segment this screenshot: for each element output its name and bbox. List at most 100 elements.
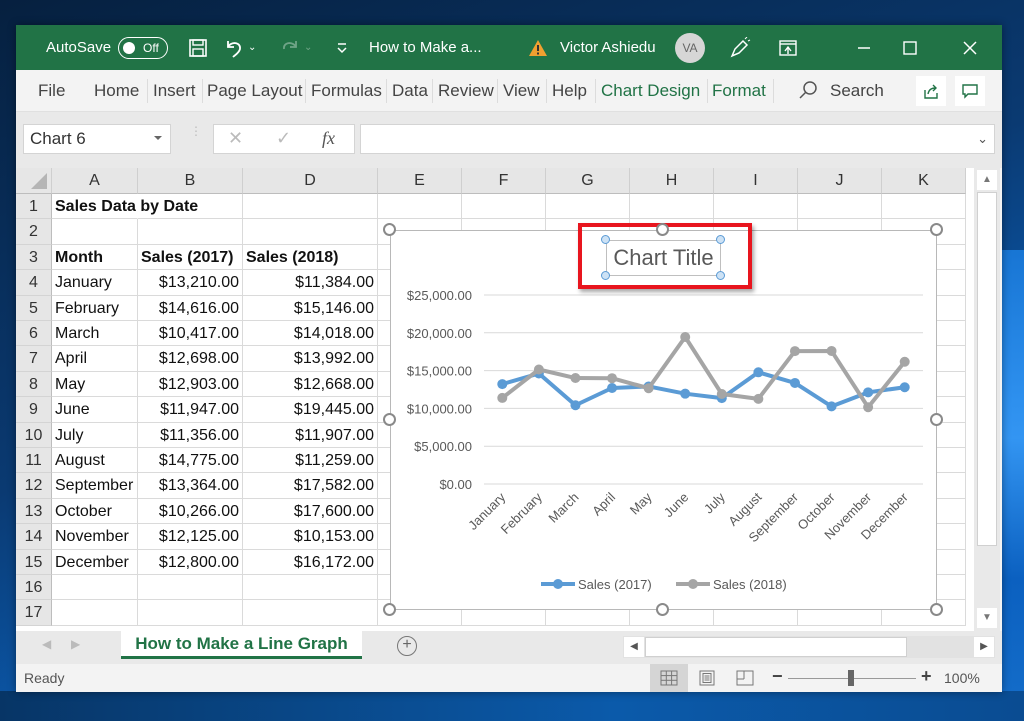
row-header-15[interactable]: 15 (16, 549, 52, 575)
undo-icon[interactable] (222, 36, 246, 60)
cell-a8[interactable]: May (52, 371, 138, 398)
formula-input[interactable]: ⌄ (360, 124, 995, 154)
search-icon[interactable] (798, 80, 818, 105)
cell-b14[interactable]: $12,125.00 (138, 524, 243, 550)
horizontal-scrollbar[interactable]: ◀ ▶ (623, 636, 995, 658)
search-box[interactable]: Search (826, 78, 888, 104)
cell-b7[interactable]: $12,698.00 (138, 346, 243, 372)
cell-b4[interactable]: $13,210.00 (138, 270, 243, 296)
row-header-3[interactable]: 3 (16, 244, 52, 271)
column-header-i[interactable]: I (714, 168, 798, 194)
tab-data[interactable]: Data (388, 78, 432, 104)
column-header-b[interactable]: B (138, 168, 243, 194)
cell-a13[interactable]: October (52, 498, 138, 525)
chart-resize-handle[interactable] (383, 603, 396, 616)
cell-b6[interactable]: $10,417.00 (138, 321, 243, 347)
chart-title[interactable]: Chart Title (606, 240, 721, 276)
drag-handle-icon[interactable]: ⋮ (190, 125, 202, 137)
avatar[interactable]: VA (675, 32, 705, 63)
select-all-button[interactable] (16, 168, 52, 194)
cell-a3[interactable]: Month (52, 244, 138, 271)
cell-b5[interactable]: $14,616.00 (138, 295, 243, 321)
chart-resize-handle[interactable] (930, 223, 943, 236)
expand-formula-bar-icon[interactable]: ⌄ (977, 131, 988, 147)
cell-a10[interactable]: July (52, 422, 138, 448)
scroll-left-icon[interactable]: ◀ (624, 637, 644, 657)
tab-help[interactable]: Help (548, 78, 591, 104)
chart-resize-handle[interactable] (930, 413, 943, 426)
column-header-f[interactable]: F (462, 168, 546, 194)
cell-a1[interactable]: Sales Data by Date (52, 194, 198, 220)
cell-a15[interactable]: December (52, 549, 138, 575)
save-icon[interactable] (186, 36, 210, 60)
user-name[interactable]: Victor Ashiedu (560, 25, 656, 70)
chart-resize-handle[interactable] (383, 223, 396, 236)
scroll-right-icon[interactable]: ▶ (974, 637, 994, 657)
column-header-j[interactable]: J (798, 168, 882, 194)
column-header-k[interactable]: K (882, 168, 966, 194)
cell-a12[interactable]: September (52, 473, 138, 499)
chart-resize-handle[interactable] (383, 413, 396, 426)
close-icon[interactable] (958, 36, 982, 60)
cell-b13[interactable]: $10,266.00 (138, 498, 243, 525)
cell-d2[interactable] (243, 219, 378, 245)
cell-a7[interactable]: April (52, 346, 138, 372)
redo-icon[interactable] (278, 36, 302, 60)
cell-a5[interactable]: February (52, 295, 138, 321)
tab-chart-design[interactable]: Chart Design (597, 78, 704, 104)
cell-d13[interactable]: $17,600.00 (243, 498, 378, 525)
autosave-toggle[interactable]: Off (118, 36, 168, 59)
cell-e1[interactable] (378, 194, 462, 220)
cell-d5[interactable]: $15,146.00 (243, 295, 378, 321)
row-header-9[interactable]: 9 (16, 397, 52, 423)
tab-format[interactable]: Format (708, 78, 770, 104)
title-resize-handle[interactable] (716, 235, 725, 244)
cell-b16[interactable] (138, 575, 243, 601)
cell-d8[interactable]: $12,668.00 (243, 371, 378, 398)
redo-dropdown-icon[interactable]: ⌄ (304, 42, 312, 53)
horizontal-scroll-thumb[interactable] (645, 637, 907, 657)
column-header-e[interactable]: E (378, 168, 462, 194)
cell-d11[interactable]: $11,259.00 (243, 448, 378, 474)
chart-resize-handle[interactable] (656, 603, 669, 616)
ribbon-display-icon[interactable] (776, 36, 800, 60)
scroll-up-icon[interactable]: ▲ (977, 170, 997, 190)
column-header-g[interactable]: G (546, 168, 630, 194)
customize-qat-icon[interactable] (330, 36, 354, 60)
cell-b3[interactable]: Sales (2017) (138, 244, 243, 271)
page-break-view-button[interactable] (726, 664, 764, 692)
cell-d7[interactable]: $13,992.00 (243, 346, 378, 372)
page-layout-view-button[interactable] (688, 664, 726, 692)
next-sheet-icon[interactable]: ▶ (71, 637, 80, 651)
row-header-11[interactable]: 11 (16, 448, 52, 474)
enter-icon[interactable]: ✓ (276, 128, 291, 149)
tab-formulas[interactable]: Formulas (307, 78, 386, 104)
tab-home[interactable]: Home (90, 78, 143, 104)
row-header-13[interactable]: 13 (16, 498, 52, 525)
cell-b15[interactable]: $12,800.00 (138, 549, 243, 575)
cell-a16[interactable] (52, 575, 138, 601)
cell-k1[interactable] (882, 194, 966, 220)
scroll-down-icon[interactable]: ▼ (977, 608, 997, 628)
cell-b17[interactable] (138, 600, 243, 626)
row-header-8[interactable]: 8 (16, 371, 52, 398)
minimize-icon[interactable] (852, 36, 876, 60)
vertical-scrollbar[interactable]: ▲ ▼ (974, 168, 1000, 631)
cell-d6[interactable]: $14,018.00 (243, 321, 378, 347)
row-header-7[interactable]: 7 (16, 346, 52, 372)
chart-resize-handle[interactable] (930, 603, 943, 616)
warning-icon[interactable] (526, 36, 550, 60)
chart-resize-handle[interactable] (656, 223, 669, 236)
cell-f1[interactable] (462, 194, 546, 220)
cell-a4[interactable]: January (52, 270, 138, 296)
title-resize-handle[interactable] (601, 235, 610, 244)
row-header-10[interactable]: 10 (16, 422, 52, 448)
cell-b8[interactable]: $12,903.00 (138, 371, 243, 398)
zoom-out-button[interactable]: − (772, 666, 783, 687)
cell-d4[interactable]: $11,384.00 (243, 270, 378, 296)
chevron-down-icon[interactable] (154, 136, 162, 140)
row-header-17[interactable]: 17 (16, 600, 52, 626)
cell-d3[interactable]: Sales (2018) (243, 244, 378, 271)
column-header-a[interactable]: A (52, 168, 138, 194)
share-button[interactable] (916, 76, 946, 106)
